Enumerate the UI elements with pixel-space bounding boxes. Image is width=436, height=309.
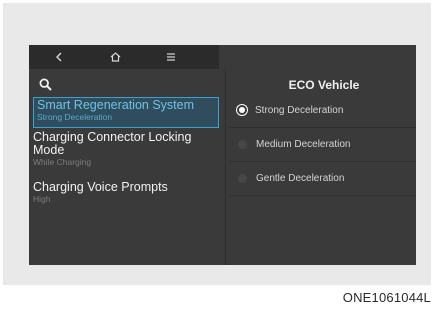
radio-unselected-icon	[238, 139, 247, 149]
home-icon	[110, 52, 120, 62]
search-icon	[38, 77, 52, 91]
option-divider	[229, 195, 416, 196]
menu-item-smart-regeneration-system[interactable]: Smart Regeneration System Strong Deceler…	[33, 97, 219, 128]
menu-item-subtitle: Strong Deceleration	[37, 112, 113, 122]
infotainment-screen: Smart Regeneration System Strong Deceler…	[29, 45, 416, 265]
menu-item-title: Charging Voice Prompts	[33, 180, 168, 194]
search-button[interactable]	[33, 73, 57, 95]
top-navigation-bar	[29, 45, 219, 69]
option-divider	[229, 161, 416, 162]
home-button[interactable]	[95, 45, 135, 69]
option-divider	[229, 127, 416, 128]
radio-selected-icon	[239, 107, 245, 113]
radio-unselected-icon	[238, 173, 247, 183]
menu-item-charging-voice-prompts[interactable]: Charging Voice Prompts High	[33, 181, 217, 205]
menu-button[interactable]	[151, 45, 191, 69]
menu-item-title: Smart Regeneration System	[37, 98, 195, 112]
option-label: Medium Deceleration	[256, 138, 351, 150]
menu-item-subtitle: High	[33, 194, 51, 204]
option-label: Strong Deceleration	[255, 104, 344, 116]
menu-item-charging-connector-locking-mode[interactable]: Charging Connector Locking Mode While Ch…	[33, 131, 217, 168]
option-medium-deceleration[interactable]: Medium Deceleration	[235, 132, 410, 156]
menu-item-title-line2: Mode	[33, 143, 65, 157]
option-label: Gentle Deceleration	[256, 172, 345, 184]
panel-divider	[225, 69, 226, 265]
back-button[interactable]	[39, 45, 79, 69]
back-chevron-icon	[56, 52, 62, 62]
menu-icon	[167, 53, 175, 61]
option-gentle-deceleration[interactable]: Gentle Deceleration	[235, 166, 410, 190]
option-strong-deceleration[interactable]: Strong Deceleration	[235, 98, 410, 122]
figure-caption: ONE1061044L	[342, 290, 431, 305]
menu-item-subtitle: While Charging	[33, 157, 92, 167]
panel-title: ECO Vehicle	[288, 78, 360, 92]
